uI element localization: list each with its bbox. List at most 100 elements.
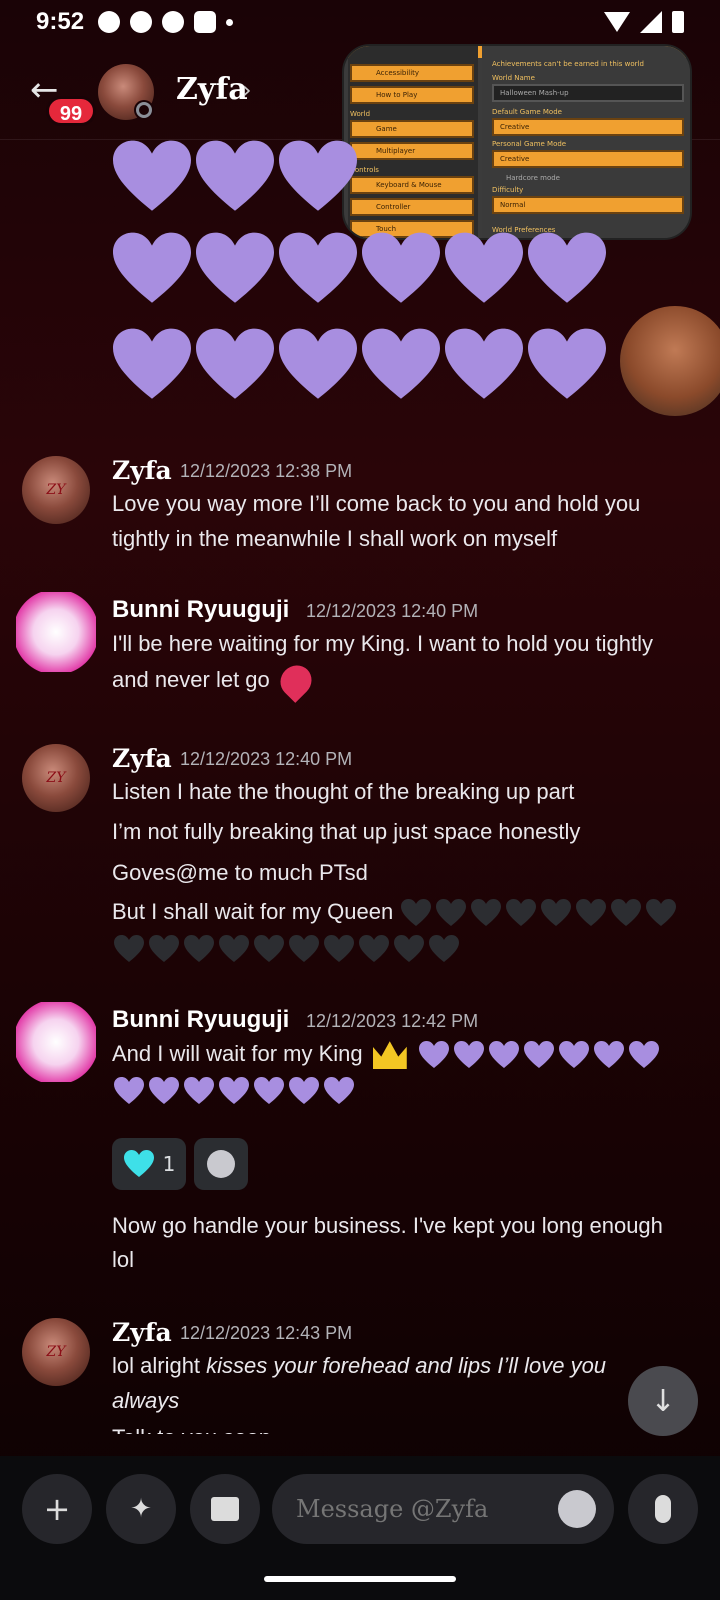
message-author[interactable]: Bunni Ryuuguji bbox=[112, 1006, 289, 1034]
heart-with-arrow-emoji-icon bbox=[273, 659, 318, 704]
messenger-icon bbox=[98, 11, 121, 33]
notification-icons bbox=[98, 11, 234, 33]
black-heart-icon bbox=[609, 898, 643, 928]
message-italic-text: kisses your forehead and lips I’ll love … bbox=[206, 1353, 607, 1378]
apps-icon: ✦ bbox=[130, 1494, 152, 1524]
pip-section: World bbox=[350, 110, 371, 118]
pip-note: Achievements can't be earned in this wor… bbox=[492, 60, 644, 68]
chevron-right-icon[interactable]: › bbox=[242, 76, 252, 104]
light-blue-heart-icon bbox=[123, 1149, 155, 1179]
black-heart-icon bbox=[469, 898, 503, 928]
message-text: lol alright kisses your forehead and lip… bbox=[112, 1348, 702, 1383]
black-heart-icon bbox=[182, 934, 216, 964]
picture-in-picture-window[interactable]: Accessibility How to Play World Game Mul… bbox=[342, 44, 692, 240]
message-author[interactable]: Zyfa bbox=[112, 744, 172, 773]
status-bar: 9:52 bbox=[0, 0, 720, 44]
purple-heart-icon bbox=[627, 1040, 661, 1070]
pip-personal-mode: Creative bbox=[492, 150, 684, 168]
purple-heart-icon bbox=[525, 230, 609, 308]
message-text-span: But I shall wait for my Queen bbox=[112, 899, 394, 924]
purple-heart-icon bbox=[217, 1076, 251, 1106]
black-hearts-emoji bbox=[112, 930, 702, 965]
purple-heart-icon bbox=[193, 326, 277, 404]
floating-sticker-bubble[interactable] bbox=[620, 306, 720, 416]
message-text: Talk to you soon~ bbox=[112, 1420, 702, 1434]
message-text: lol bbox=[112, 1247, 135, 1272]
reaction-bar: 1 bbox=[112, 1138, 412, 1190]
jump-to-present-button[interactable]: ↓ bbox=[628, 1366, 698, 1436]
pip-item: Multiplayer bbox=[350, 142, 474, 160]
avatar[interactable] bbox=[16, 592, 96, 672]
purple-heart-icon bbox=[417, 1040, 451, 1070]
pip-label: World Name bbox=[492, 74, 535, 82]
message-group: ZY Zyfa 12/12/2023 12:43 PM lol alright … bbox=[0, 1306, 720, 1434]
black-hearts-emoji bbox=[399, 899, 679, 927]
message-timestamp: 12/12/2023 12:43 PM bbox=[180, 1323, 353, 1343]
pip-label: Personal Game Mode bbox=[492, 140, 567, 148]
message-author[interactable]: Zyfa bbox=[112, 456, 172, 485]
message-text: Listen I hate the thought of the breakin… bbox=[112, 779, 575, 804]
message-text: I'll be here waiting for my King. I want… bbox=[112, 631, 654, 656]
message-timestamp: 12/12/2023 12:38 PM bbox=[180, 461, 353, 481]
purple-heart-icon bbox=[110, 138, 194, 216]
purple-heart-icon bbox=[525, 326, 609, 404]
purple-hearts-emoji bbox=[112, 1072, 702, 1107]
plus-button[interactable]: + bbox=[22, 1474, 92, 1544]
emoji-icon[interactable] bbox=[558, 1490, 596, 1528]
black-heart-icon bbox=[427, 934, 461, 964]
black-heart-icon bbox=[399, 898, 433, 928]
home-indicator[interactable] bbox=[264, 1576, 456, 1582]
purple-heart-icon bbox=[359, 326, 443, 404]
status-indicator bbox=[134, 100, 154, 120]
system-icons bbox=[604, 11, 684, 33]
purple-heart-icon bbox=[110, 326, 194, 404]
purple-heart-icon bbox=[592, 1040, 626, 1070]
purple-heart-icon bbox=[276, 326, 360, 404]
microphone-button[interactable] bbox=[628, 1474, 698, 1544]
purple-heart-icon bbox=[193, 230, 277, 308]
reaction-chip[interactable]: 1 bbox=[112, 1138, 186, 1190]
avatar[interactable]: ZY bbox=[22, 744, 90, 812]
avatar[interactable] bbox=[16, 1002, 96, 1082]
purple-heart-icon bbox=[110, 230, 194, 308]
purple-heart-icon bbox=[557, 1040, 591, 1070]
channel-title[interactable]: Zyfa bbox=[176, 72, 248, 107]
add-reaction-button[interactable] bbox=[194, 1138, 248, 1190]
message-author[interactable]: Bunni Ryuuguji bbox=[112, 596, 289, 624]
discord-icon bbox=[130, 11, 153, 33]
plus-icon: + bbox=[43, 1490, 71, 1528]
message-text: I’m not fully breaking that up just spac… bbox=[112, 819, 581, 844]
purple-heart-icon bbox=[322, 1076, 356, 1106]
message-timestamp: 12/12/2023 12:42 PM bbox=[306, 1011, 479, 1031]
message-italic-text: always bbox=[112, 1388, 180, 1413]
avatar[interactable]: ZY bbox=[22, 456, 90, 524]
message-timestamp: 12/12/2023 12:40 PM bbox=[180, 749, 353, 769]
message-text-span: And I will wait for my King bbox=[112, 1041, 363, 1066]
black-heart-icon bbox=[574, 898, 608, 928]
message-text: Love you way more I’ll come back to you … bbox=[112, 491, 641, 516]
black-heart-icon bbox=[644, 898, 678, 928]
purple-heart-icon bbox=[112, 1076, 146, 1106]
reaction-count: 1 bbox=[162, 1152, 176, 1176]
message-author[interactable]: Zyfa bbox=[112, 1318, 172, 1347]
chevron-down-icon: ↓ bbox=[650, 1383, 676, 1419]
youtube-icon bbox=[194, 11, 217, 33]
signal-icon bbox=[640, 11, 662, 33]
pip-label: Hardcore mode bbox=[506, 174, 560, 182]
purple-heart-icon bbox=[452, 1040, 486, 1070]
gift-button[interactable] bbox=[190, 1474, 260, 1544]
message-text: and never let go bbox=[112, 659, 318, 704]
black-heart-icon bbox=[357, 934, 391, 964]
purple-heart-icon bbox=[193, 138, 277, 216]
purple-heart-icon bbox=[359, 230, 443, 308]
black-heart-icon bbox=[504, 898, 538, 928]
pip-item: Game bbox=[350, 120, 474, 138]
purple-heart-icon bbox=[442, 326, 526, 404]
threads-icon bbox=[162, 11, 185, 33]
apps-button[interactable]: ✦ bbox=[106, 1474, 176, 1544]
status-time: 9:52 bbox=[36, 8, 85, 35]
purple-heart-icon bbox=[276, 138, 360, 216]
purple-heart-icon bbox=[442, 230, 526, 308]
wifi-icon bbox=[604, 12, 630, 32]
avatar[interactable]: ZY bbox=[22, 1318, 90, 1386]
